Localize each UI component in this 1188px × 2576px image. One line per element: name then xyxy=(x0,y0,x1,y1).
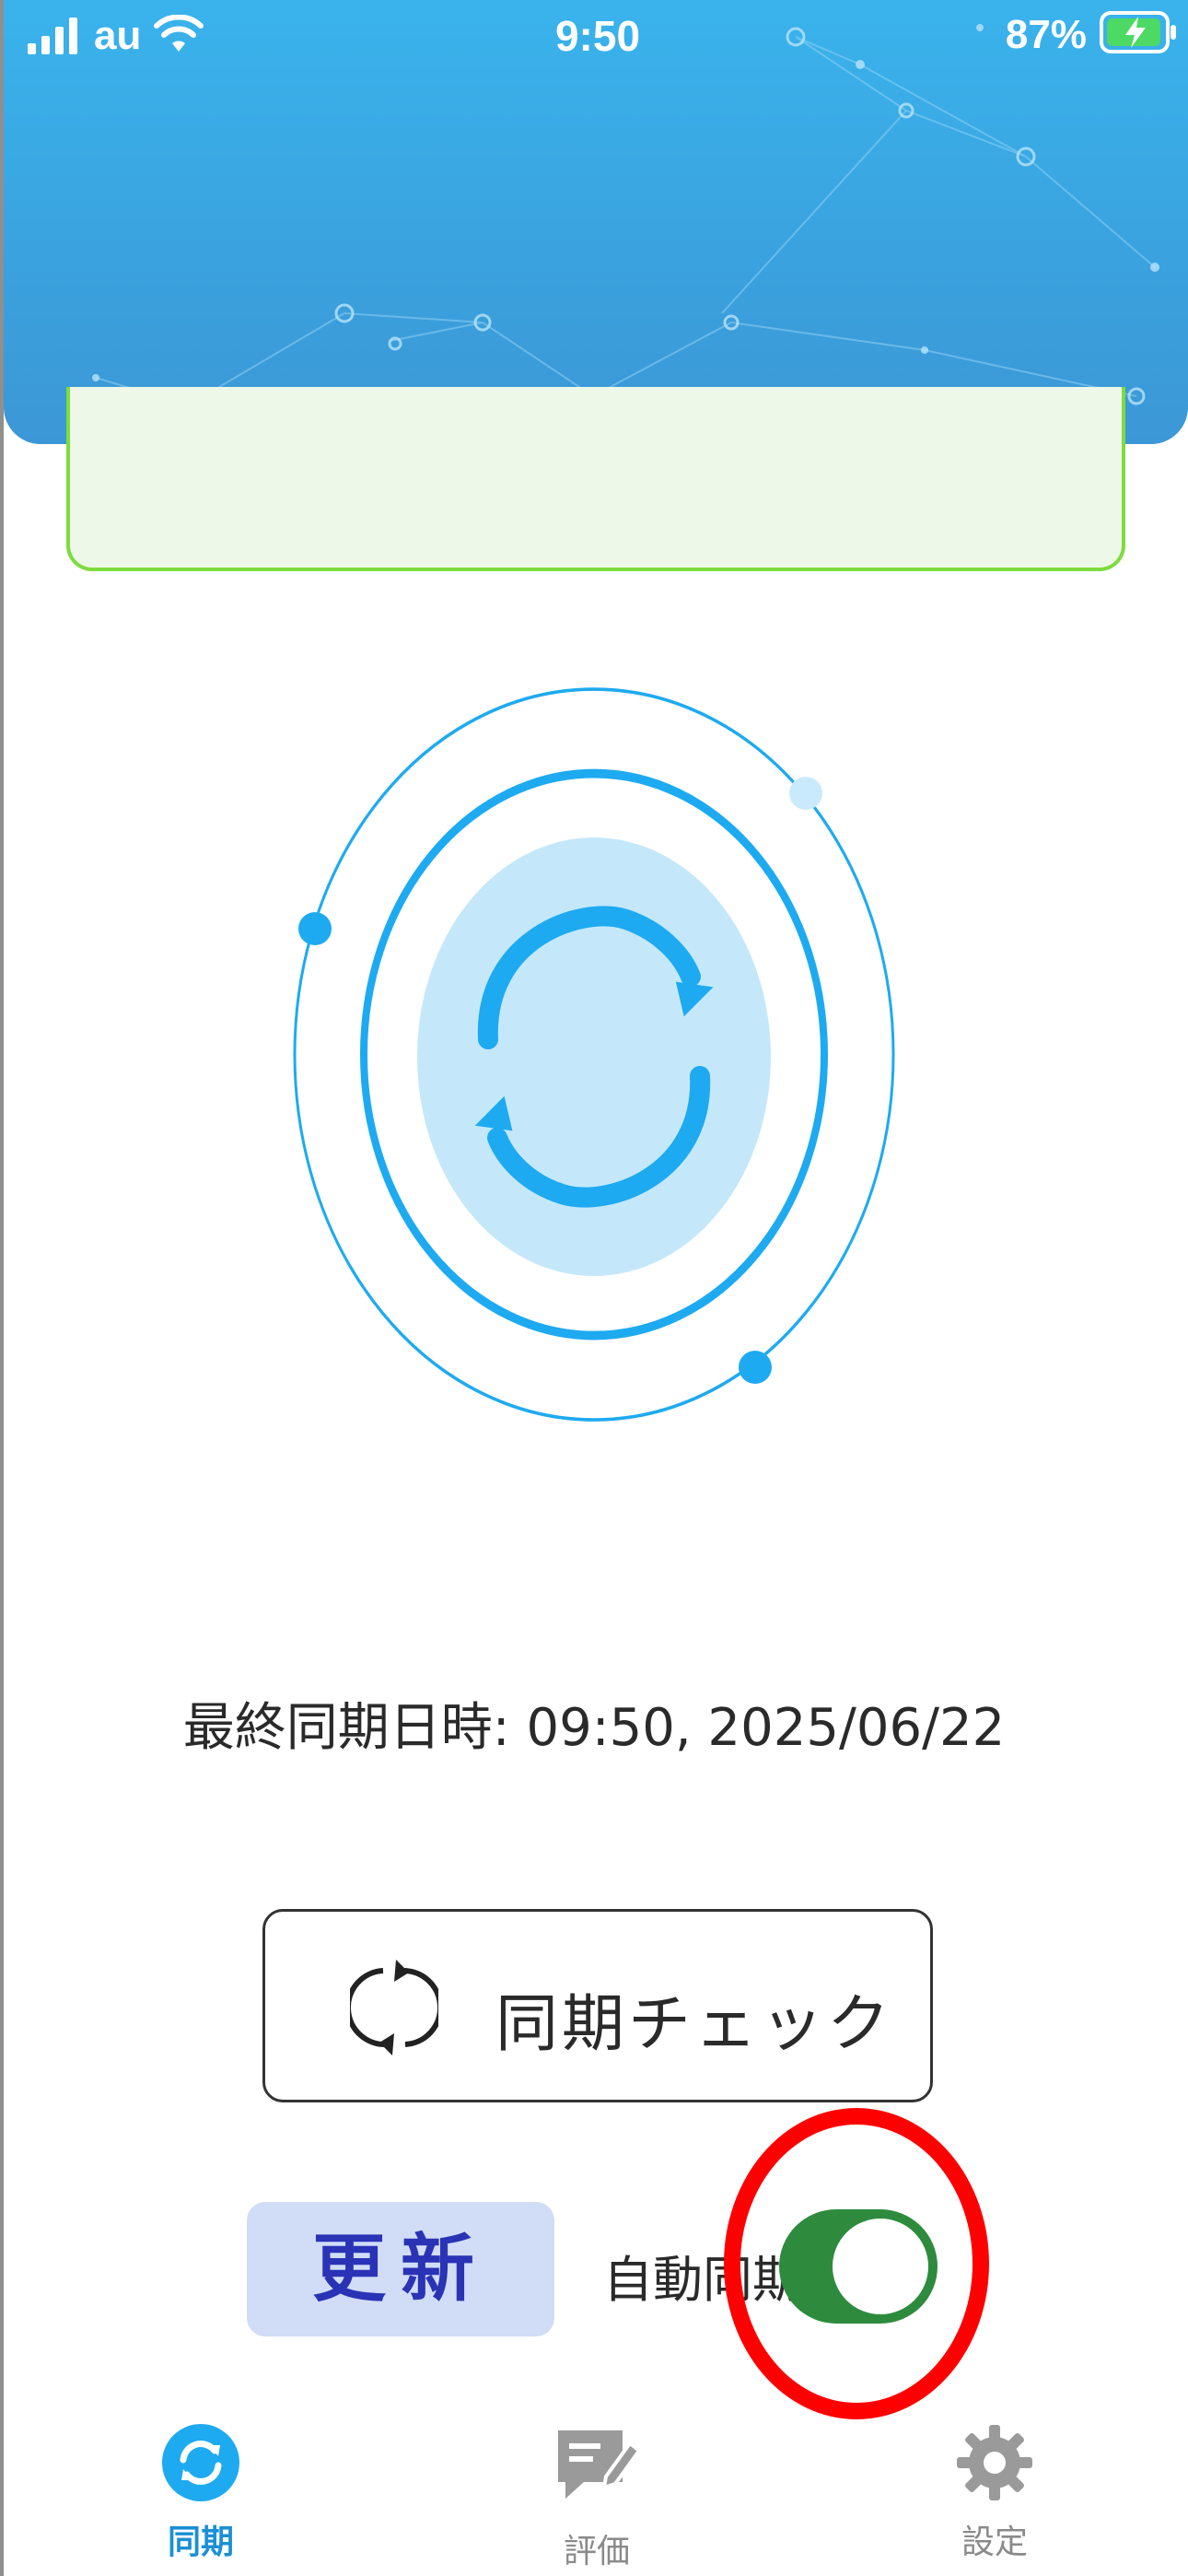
sync-check-button[interactable]: 同期チェック xyxy=(262,1909,933,2102)
header-banner: au 9:50 87% xyxy=(4,0,1188,444)
tab-rating-label: 評価 xyxy=(563,2533,630,2570)
tab-sync-label: 同期 xyxy=(167,2523,234,2561)
status-bar: au 9:50 87% xyxy=(4,0,1188,74)
sync-graphic[interactable] xyxy=(258,663,930,1446)
orbit-dot-left xyxy=(298,912,332,945)
highlight-annotation-circle xyxy=(724,2108,989,2419)
tab-rating[interactable]: 評価 xyxy=(505,2423,689,2572)
gear-icon xyxy=(955,2425,1034,2506)
tab-settings[interactable]: 設定 xyxy=(903,2423,1087,2563)
orbit-dot-bottom xyxy=(739,1351,772,1384)
tab-bar: 同期 評価 設定 xyxy=(0,2395,1188,2576)
sync-icon xyxy=(161,2424,240,2506)
info-card xyxy=(66,387,1125,571)
battery-percent: 87% xyxy=(1005,11,1087,57)
orbit-dot-top xyxy=(789,777,822,810)
battery-charging-icon xyxy=(1100,11,1177,58)
tab-sync[interactable]: 同期 xyxy=(109,2423,293,2563)
refresh-icon xyxy=(345,1958,443,2061)
rating-edit-icon xyxy=(553,2430,642,2515)
sync-check-label: 同期チェック xyxy=(495,1988,894,2061)
tab-settings-label: 設定 xyxy=(961,2523,1028,2561)
last-sync-timestamp: 最終同期日時: 09:50, 2025/06/22 xyxy=(182,1698,1006,1758)
refresh-button[interactable]: 更新 xyxy=(247,2202,554,2336)
